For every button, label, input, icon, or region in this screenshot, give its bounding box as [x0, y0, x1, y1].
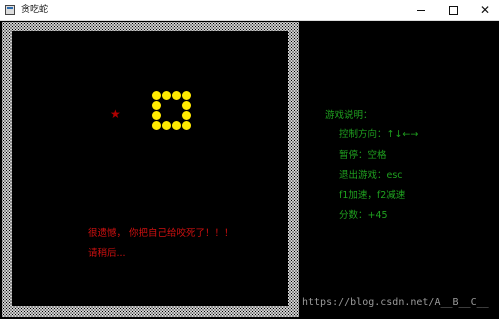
snake-segment [152, 111, 161, 120]
score-display: 分数：+45 [339, 210, 388, 221]
snake-segment [182, 91, 191, 100]
app-icon [5, 5, 15, 15]
minimize-button[interactable] [406, 0, 436, 20]
close-button[interactable]: ✕ [470, 0, 499, 20]
snake-segment [182, 101, 191, 110]
wait-message: 请稍后... [88, 248, 126, 259]
snake-segment [182, 111, 191, 120]
food-star-icon: ★ [110, 107, 121, 121]
maximize-button[interactable] [438, 0, 468, 20]
window-titlebar: 贪吃蛇 ✕ [0, 0, 499, 21]
instruction-exit: 退出游戏：esc [339, 170, 403, 181]
window-title: 贪吃蛇 [21, 5, 49, 15]
watermark: https://blog.csdn.net/A__B__C__ [302, 297, 489, 308]
snake-segment [162, 121, 171, 130]
snake-segment [172, 91, 181, 100]
close-icon: ✕ [479, 3, 491, 17]
instructions-title: 游戏说明： [325, 110, 373, 121]
instruction-direction: 控制方向：↑↓←→ [339, 129, 419, 140]
maximize-icon [448, 5, 458, 15]
snake-segment [152, 101, 161, 110]
game-field [12, 31, 288, 306]
snake-segment [182, 121, 191, 130]
snake-segment [172, 121, 181, 130]
snake-segment [162, 91, 171, 100]
game-over-message: 很遗憾， 你把自己给咬死了！！！ [88, 228, 234, 239]
instruction-speed: f1加速，f2减速 [339, 190, 406, 201]
snake-segment [152, 121, 161, 130]
snake-segment [152, 91, 161, 100]
instruction-pause: 暂停：空格 [339, 150, 387, 161]
minimize-icon [417, 9, 425, 11]
